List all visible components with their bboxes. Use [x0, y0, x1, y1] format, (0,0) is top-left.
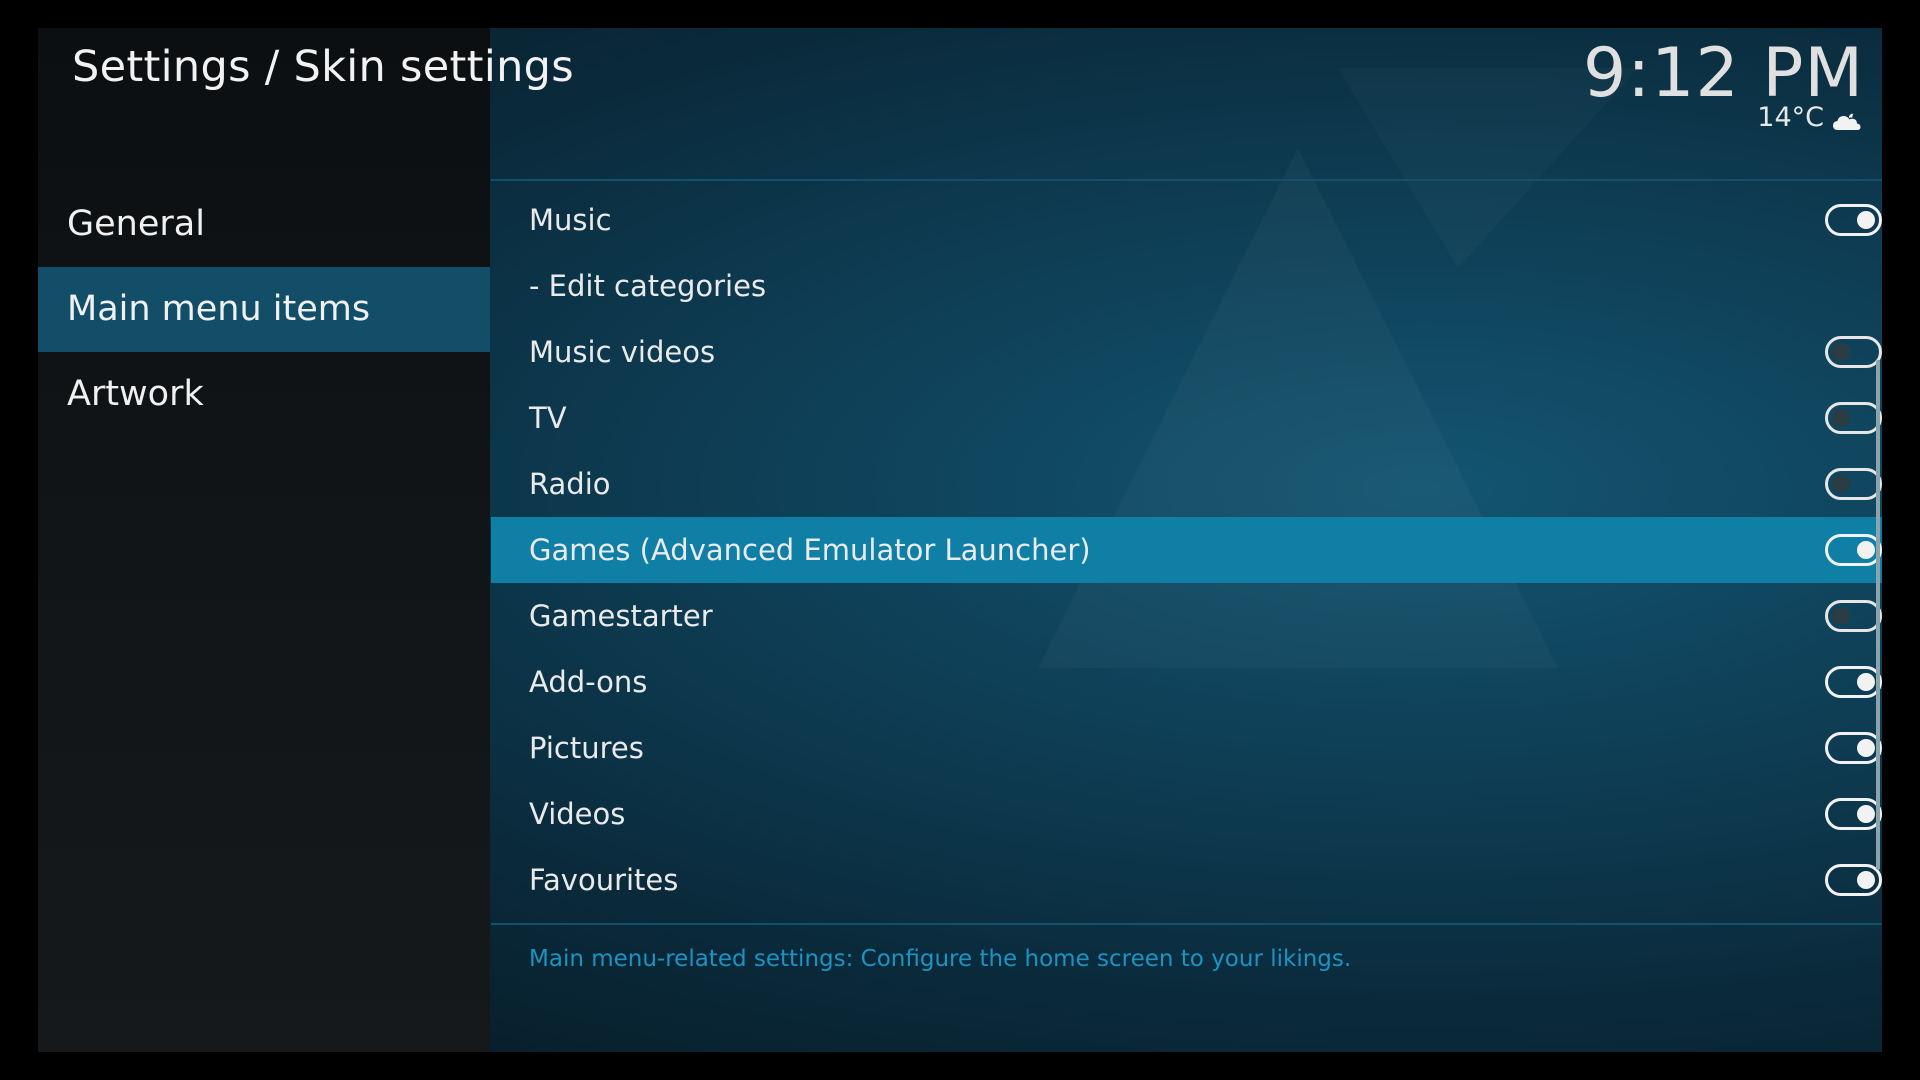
setting-row-games-advanced-emulator-launcher[interactable]: Games (Advanced Emulator Launcher): [491, 517, 1882, 583]
toggle-knob: [1857, 871, 1875, 889]
sidebar-item-main-menu-items[interactable]: Main menu items: [38, 267, 490, 352]
toggle-knob: [1857, 211, 1875, 229]
setting-description: Main menu-related settings: Configure th…: [529, 946, 1352, 972]
toggle-switch[interactable]: [1825, 798, 1882, 830]
kodi-settings-screen: General Main menu items Artwork Settings…: [38, 28, 1882, 1052]
sidebar-item-general[interactable]: General: [38, 182, 490, 267]
toggle-knob: [1857, 739, 1875, 757]
toggle-knob: [1832, 475, 1850, 493]
setting-row-gamestarter[interactable]: Gamestarter: [491, 583, 1882, 649]
setting-row-radio[interactable]: Radio: [491, 451, 1882, 517]
setting-label: Gamestarter: [529, 599, 713, 633]
toggle-switch[interactable]: [1825, 864, 1882, 896]
setting-row-tv[interactable]: TV: [491, 385, 1882, 451]
weather-info: 14°C: [1757, 102, 1862, 133]
toggle-knob: [1832, 607, 1850, 625]
temperature: 14°C: [1757, 102, 1824, 133]
setting-row-music-videos[interactable]: Music videos: [491, 319, 1882, 385]
setting-row-favourites[interactable]: Favourites: [491, 847, 1882, 913]
scrollbar[interactable]: [1876, 360, 1880, 870]
setting-label: TV: [529, 401, 567, 435]
toggle-knob: [1832, 343, 1850, 361]
toggle-knob: [1832, 409, 1850, 427]
toggle-knob: [1857, 673, 1875, 691]
setting-label: Add-ons: [529, 665, 648, 699]
setting-row-music[interactable]: Music: [491, 187, 1882, 253]
cloud-night-icon: [1832, 108, 1862, 130]
toggle-switch[interactable]: [1825, 534, 1882, 566]
setting-row-pictures[interactable]: Pictures: [491, 715, 1882, 781]
toggle-switch[interactable]: [1825, 600, 1882, 632]
setting-row-videos[interactable]: Videos: [491, 781, 1882, 847]
sidebar: General Main menu items Artwork: [38, 28, 490, 1052]
toggle-switch[interactable]: [1825, 468, 1882, 500]
setting-label: Pictures: [529, 731, 644, 765]
settings-list: Music - Edit categories Music videos TV Radi…: [491, 187, 1882, 919]
setting-row-add-ons[interactable]: Add-ons: [491, 649, 1882, 715]
setting-label: Music videos: [529, 335, 716, 369]
sidebar-item-artwork[interactable]: Artwork: [38, 352, 490, 437]
toggle-knob: [1857, 541, 1875, 559]
setting-label: Favourites: [529, 863, 679, 897]
toggle-switch[interactable]: [1825, 336, 1882, 368]
setting-row-edit-categories[interactable]: - Edit categories: [491, 253, 1882, 319]
toggle-switch[interactable]: [1825, 402, 1882, 434]
list-divider-bottom: [491, 923, 1882, 925]
setting-label: Music: [529, 203, 612, 237]
page-title: Settings / Skin settings: [72, 42, 574, 92]
setting-label: Videos: [529, 797, 626, 831]
setting-label: Games (Advanced Emulator Launcher): [529, 533, 1091, 567]
setting-label: - Edit categories: [529, 269, 767, 303]
toggle-switch[interactable]: [1825, 732, 1882, 764]
list-divider-top: [491, 179, 1882, 181]
toggle-knob: [1857, 805, 1875, 823]
setting-label: Radio: [529, 467, 611, 501]
toggle-switch[interactable]: [1825, 666, 1882, 698]
toggle-switch[interactable]: [1825, 204, 1882, 236]
